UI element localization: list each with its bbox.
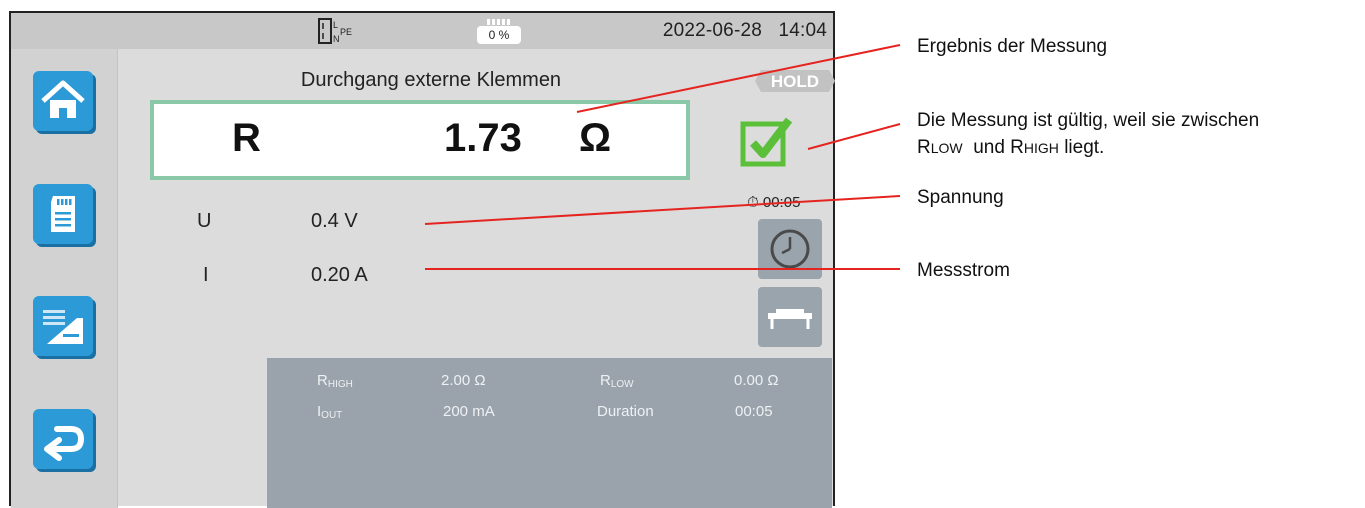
duration-label: Duration	[597, 403, 654, 420]
datetime: 2022-06-28 14:04	[663, 20, 827, 42]
annotation-voltage: Spannung	[917, 187, 1004, 208]
rhigh-label: RHIGH	[317, 372, 353, 390]
iout-label: IOUT	[317, 403, 343, 421]
device-screen: L N PE 0 % 2022-06-28 14:04 Durchgang ex…	[9, 11, 835, 508]
valid-check-icon	[740, 117, 793, 167]
iout-value: 200 mA	[443, 403, 495, 420]
result-symbol: R	[232, 116, 261, 160]
annotation-current: Messstrom	[917, 260, 1010, 281]
date-text: 2022-06-28	[662, 20, 763, 41]
voltage-label: U	[197, 210, 212, 232]
duration-value: 00:05	[735, 403, 773, 420]
stopwatch-icon: ⏱	[747, 194, 759, 211]
time-text: 14:04	[778, 20, 827, 41]
probe-compensation-button[interactable]	[758, 287, 822, 347]
battery-indicator: 0 %	[471, 16, 527, 46]
sidebar	[11, 49, 118, 508]
settings-panel: RHIGH 2.00 Ω RLOW 0.00 Ω IOUT 200 mA Dur…	[267, 358, 832, 508]
rlow-label: RLOW	[600, 372, 634, 390]
svg-text:HOLD: HOLD	[771, 72, 819, 91]
home-button[interactable]	[33, 71, 93, 131]
back-button[interactable]	[33, 409, 93, 469]
annotation-valid-line1: Die Messung ist gültig, weil sie zwische…	[917, 110, 1260, 131]
rhigh-value: 2.00 Ω	[441, 372, 486, 389]
svg-text:L: L	[333, 20, 338, 30]
result-unit: Ω	[579, 116, 612, 160]
home-icon	[41, 80, 85, 118]
voltage-value: 0.4 V	[311, 210, 358, 232]
memory-button[interactable]	[33, 184, 93, 244]
hold-badge[interactable]: HOLD	[753, 68, 835, 94]
annotation-result: Ergebnis der Messung	[917, 36, 1108, 57]
plug-connection-icon: L N PE	[318, 18, 352, 44]
sd-card-icon	[51, 196, 75, 232]
lead-compensation-icon	[768, 309, 812, 329]
annotation-valid-line2: RLOW und RHIGH liegt.	[917, 137, 1105, 158]
current-label: I	[203, 264, 209, 286]
timer-button[interactable]	[758, 219, 822, 279]
svg-text:N: N	[333, 34, 340, 44]
timer-readout: ⏱ 00:05	[747, 194, 800, 211]
back-arrow-icon	[44, 426, 85, 461]
svg-text:PE: PE	[340, 27, 352, 37]
timer-value: 00:05	[762, 194, 801, 211]
config-button[interactable]	[33, 296, 93, 356]
battery-percent: 0 %	[488, 28, 510, 42]
result-value: 1.73	[444, 116, 522, 160]
result-display: R 1.73 Ω	[150, 100, 690, 180]
status-bar: L N PE 0 % 2022-06-28 14:04	[11, 13, 833, 49]
measurement-title: Durchgang externe Klemmen	[300, 69, 562, 91]
current-value: 0.20 A	[311, 264, 368, 286]
rlow-value: 0.00 Ω	[734, 372, 779, 389]
settings-list-icon	[43, 310, 83, 344]
clock-icon	[770, 229, 810, 269]
